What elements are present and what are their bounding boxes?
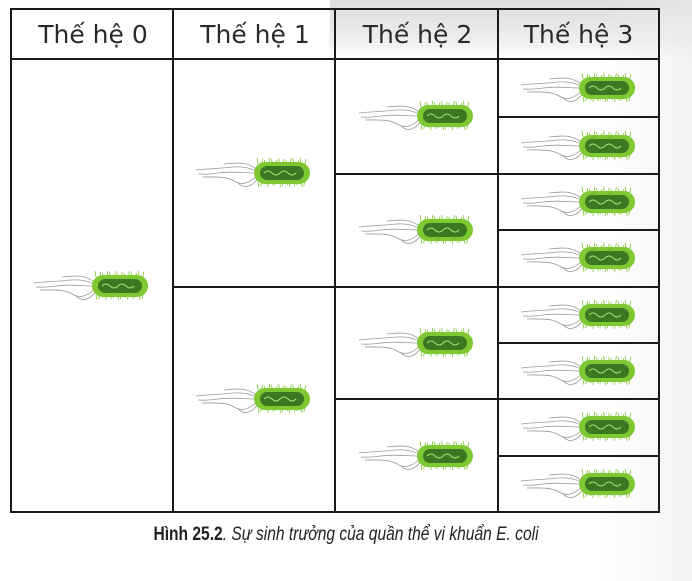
generation-0-column — [12, 60, 172, 511]
e-coli-bacterium-icon — [358, 327, 473, 357]
generation-3-cell — [499, 341, 658, 398]
header-generation-1: Thế hệ 1 — [174, 10, 336, 60]
generation-3-cell — [499, 172, 658, 229]
generation-3-cell — [499, 454, 658, 511]
generation-0-cell — [12, 60, 172, 511]
generation-2-cell — [336, 398, 497, 511]
caption-number: Hình 25.2 — [153, 524, 223, 545]
generation-3-cell — [499, 116, 658, 172]
generation-table: Thế hệ 0 Thế hệ 1 Thế hệ 2 Thế hệ 3 — [10, 8, 660, 513]
e-coli-bacterium-icon — [520, 73, 635, 103]
e-coli-bacterium-icon — [520, 186, 635, 217]
e-coli-bacterium-icon — [358, 101, 473, 131]
header-generation-0: Thế hệ 0 — [12, 10, 174, 60]
caption-text: . Sự sinh trưởng của quần thể vi khuẩn E… — [222, 524, 539, 545]
e-coli-bacterium-icon — [520, 299, 635, 329]
e-coli-bacterium-icon — [195, 157, 310, 187]
generation-3-cell — [499, 285, 658, 342]
generation-1-cell — [174, 60, 334, 286]
e-coli-bacterium-icon — [358, 215, 473, 245]
e-coli-bacterium-icon — [520, 130, 635, 160]
e-coli-bacterium-icon — [520, 243, 635, 273]
generation-1-column — [174, 60, 334, 511]
e-coli-bacterium-icon — [520, 468, 635, 498]
generation-2-cell — [336, 172, 497, 286]
e-coli-bacterium-icon — [33, 270, 148, 300]
e-coli-bacterium-icon — [520, 355, 635, 386]
generation-3-cell — [499, 398, 658, 454]
figure-caption: Hình 25.2. Sự sinh trưởng của quần thể v… — [62, 524, 629, 546]
header-generation-2: Thế hệ 2 — [336, 10, 499, 60]
e-coli-bacterium-icon — [520, 412, 635, 442]
generation-2-cell — [336, 60, 497, 173]
e-coli-bacterium-icon — [358, 440, 473, 470]
generation-3-cell — [499, 60, 658, 116]
generation-3-cell — [499, 229, 658, 285]
generation-3-column — [499, 60, 658, 511]
generation-2-column — [336, 60, 497, 511]
generation-2-cell — [336, 285, 497, 399]
generation-1-cell — [174, 285, 334, 512]
e-coli-bacterium-icon — [195, 384, 310, 414]
header-generation-3: Thế hệ 3 — [499, 10, 658, 60]
